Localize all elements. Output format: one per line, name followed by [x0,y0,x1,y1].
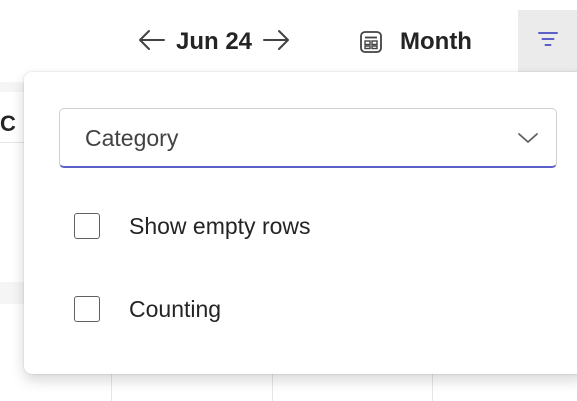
view-switcher-button[interactable]: Month [358,22,472,62]
calendar-toolbar: Jun 24 Month [0,0,577,82]
current-date-label[interactable]: Jun 24 [174,22,254,62]
show-empty-rows-option[interactable]: Show empty rows [74,208,311,244]
group-by-selected-value: Category [85,125,179,151]
arrow-right-icon [261,28,291,57]
chevron-down-icon [516,128,540,148]
counting-option[interactable]: Counting [74,291,221,327]
counting-label: Counting [129,296,222,322]
grid-header-fragment: C [0,111,16,136]
grid-column-divider [272,370,273,401]
grid-column-divider [111,370,112,401]
counting-checkbox[interactable] [74,296,100,322]
group-by-dropdown[interactable]: Category [59,108,557,168]
view-label: Month [400,28,472,55]
calendar-view-icon [358,29,384,55]
grid-column-divider [432,370,433,401]
arrow-left-icon [137,28,167,57]
show-empty-rows-label: Show empty rows [129,213,311,239]
next-button[interactable] [254,22,298,62]
date-navigation: Jun 24 [130,22,298,62]
show-empty-rows-checkbox[interactable] [74,213,100,239]
filter-button[interactable] [518,10,577,72]
previous-button[interactable] [130,22,174,62]
filter-icon [536,29,560,54]
filter-panel: Category Show empty rows Counting [24,72,577,374]
